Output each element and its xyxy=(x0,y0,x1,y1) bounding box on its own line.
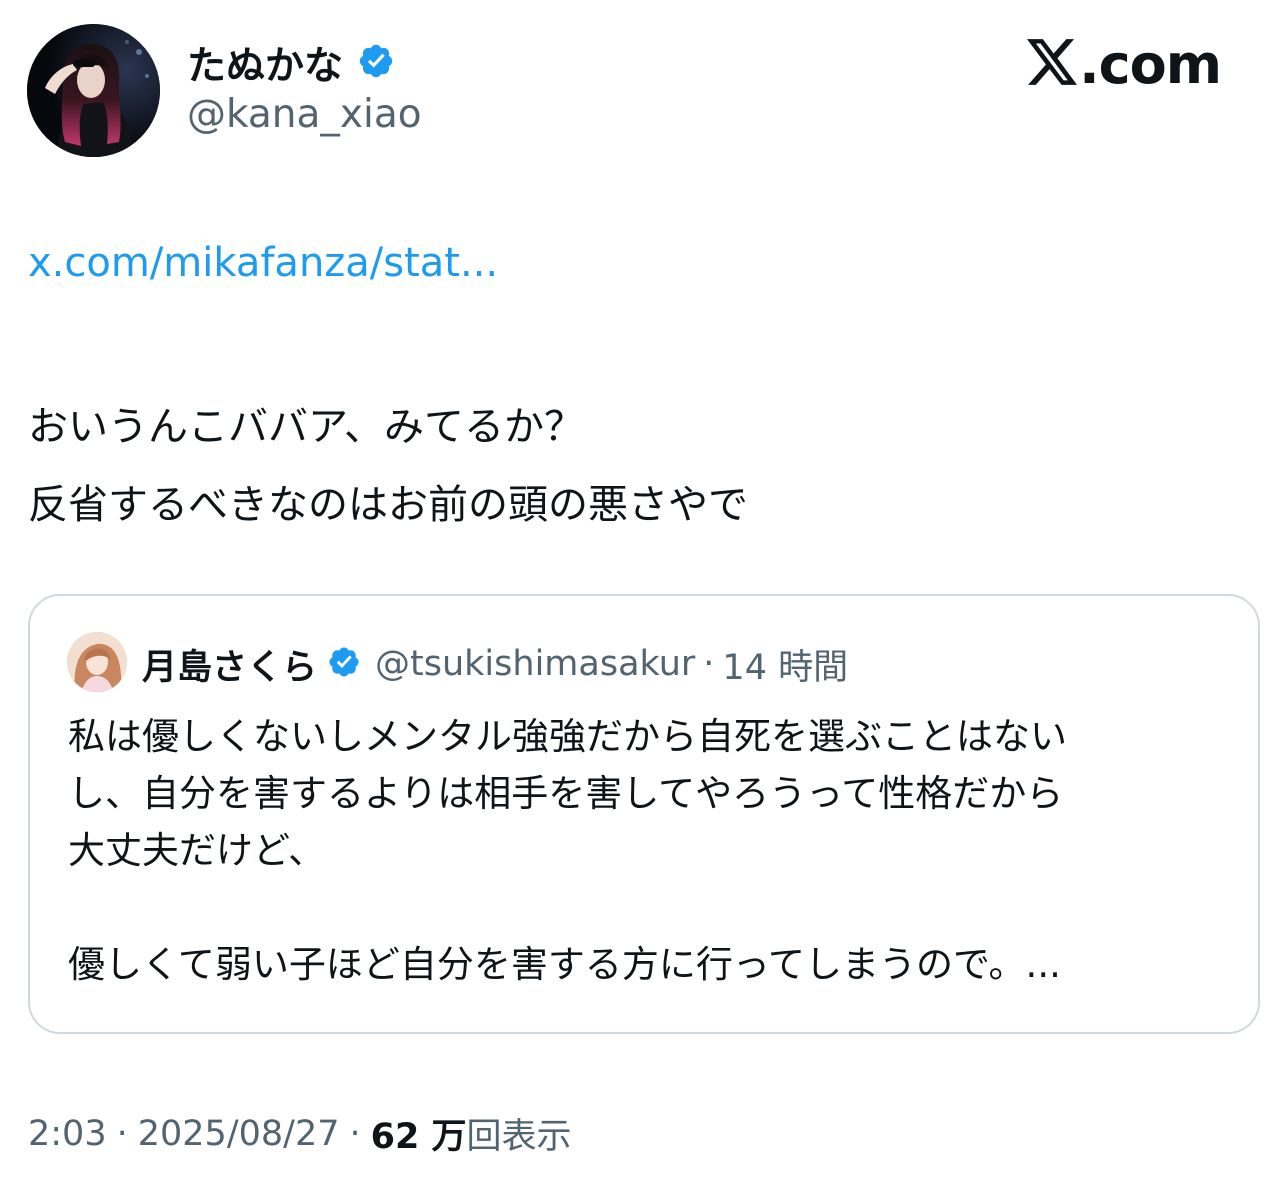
quoted-tweet-text: 私は優しくないしメンタル強強だから自死を選ぶことはない し、自分を害するよりは相… xyxy=(68,708,1228,993)
quoted-tweet-header: 月島さくら @tsukishimasakur · 14 時間 xyxy=(142,634,848,694)
views-count: 62 万 xyxy=(370,1117,467,1157)
tweet-text-line: 反省するべきなのはお前の頭の悪さやで xyxy=(28,482,748,528)
quoted-profile-photo-avatar xyxy=(67,632,127,692)
x-logo-text: .com xyxy=(1079,32,1222,96)
author-name[interactable]: たぬかな xyxy=(187,35,343,91)
author-handle[interactable]: @kana_xiao xyxy=(187,92,422,137)
quoted-timestamp[interactable]: 14 時間 xyxy=(722,639,848,690)
tweet-time[interactable]: 2:03 xyxy=(28,1114,107,1154)
author-display-name: たぬかな xyxy=(187,36,395,90)
quoted-text-line: 優しくて弱い子ほど自分を害する方に行ってしまうので。... xyxy=(68,943,1061,986)
profile-photo-avatar xyxy=(27,24,160,157)
meta-separator: · xyxy=(349,1113,361,1154)
tweet-meta: 2:03 · 2025/08/27 · 62 万 回表示 xyxy=(28,1108,572,1159)
meta-separator: · xyxy=(116,1113,128,1154)
x-logo-icon xyxy=(1027,39,1078,89)
author-avatar[interactable] xyxy=(27,24,160,157)
x-com-logo: .com xyxy=(1027,32,1222,96)
quoted-author-avatar xyxy=(67,632,127,692)
quoted-text-line: し、自分を害するよりは相手を害してやろうって性格だから xyxy=(68,772,1064,815)
views-label: 回表示 xyxy=(466,1117,572,1157)
quoted-tweet-card[interactable]: 月島さくら @tsukishimasakur · 14 時間 私は優しくないしメ… xyxy=(28,594,1260,1034)
quoted-separator: · xyxy=(703,644,715,684)
verified-badge-icon xyxy=(327,645,361,683)
quoted-text-line: 大丈夫だけど、 xyxy=(68,829,326,872)
quoted-text-line: 私は優しくないしメンタル強強だから自死を選ぶことはない xyxy=(68,715,1067,758)
quoted-author-name[interactable]: 月島さくら xyxy=(142,639,317,690)
tweet-text: おいうんこババア、みてるか？ 反省するべきなのはお前の頭の悪さやで xyxy=(28,388,748,544)
quoted-author-handle[interactable]: @tsukishimasakur xyxy=(375,644,695,684)
tweet-date[interactable]: 2025/08/27 xyxy=(138,1114,340,1154)
tweet-text-line: おいうんこババア、みてるか？ xyxy=(28,404,584,450)
verified-badge-icon xyxy=(357,42,395,84)
tweet-link[interactable]: x.com/mikafanza/stat... xyxy=(28,240,498,286)
quoted-text-blank-line xyxy=(68,879,1228,936)
